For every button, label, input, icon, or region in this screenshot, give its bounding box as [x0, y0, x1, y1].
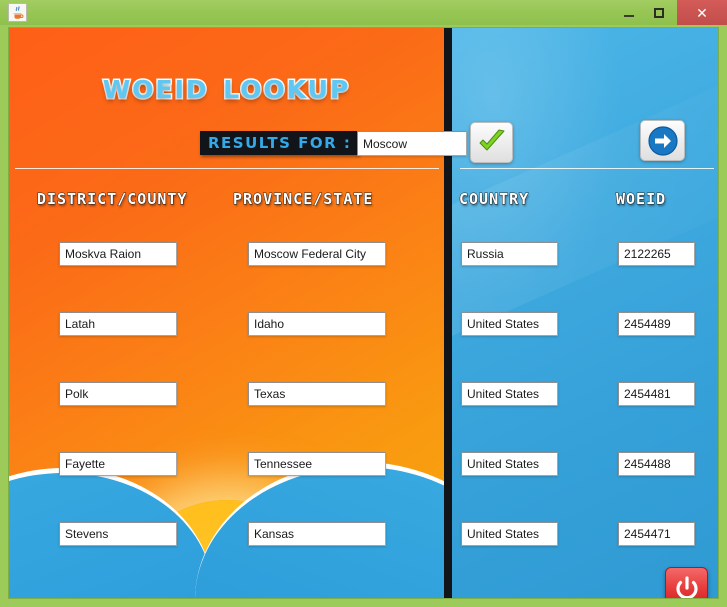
- table-row[interactable]: Idaho: [248, 312, 386, 336]
- power-icon: [675, 576, 698, 598]
- table-row[interactable]: Stevens: [59, 522, 177, 546]
- table-row[interactable]: United States: [461, 312, 558, 336]
- table-row[interactable]: 2454471: [618, 522, 695, 546]
- minimize-button[interactable]: [614, 0, 644, 25]
- table-row[interactable]: 2122265: [618, 242, 695, 266]
- close-icon: ✕: [696, 4, 708, 21]
- application-window: ✕ WOEID LOOKUP RESULTS FOR : Moscow: [0, 0, 727, 607]
- minimize-icon: [624, 14, 634, 17]
- confirm-search-button[interactable]: [470, 122, 513, 163]
- table-row[interactable]: Russia: [461, 242, 558, 266]
- header-separator-left: [15, 168, 439, 169]
- title-bar: ✕: [0, 0, 727, 25]
- table-row[interactable]: Texas: [248, 382, 386, 406]
- table-row[interactable]: Tennessee: [248, 452, 386, 476]
- header-separator-right: [460, 168, 714, 169]
- table-row[interactable]: United States: [461, 382, 558, 406]
- table-row[interactable]: United States: [461, 522, 558, 546]
- column-header-province: PROVINCE/STATE: [232, 190, 374, 209]
- table-row[interactable]: Polk: [59, 382, 177, 406]
- column-header-country: COUNTRY: [458, 190, 530, 209]
- exit-button[interactable]: [665, 567, 708, 598]
- table-row[interactable]: Moskva Raion: [59, 242, 177, 266]
- check-icon: [479, 129, 504, 150]
- search-input[interactable]: Moscow: [357, 131, 467, 156]
- page-title: WOEID LOOKUP: [101, 65, 351, 109]
- column-header-district: DISTRICT/COUNTY: [36, 190, 188, 209]
- table-row[interactable]: Latah: [59, 312, 177, 336]
- content-area: WOEID LOOKUP RESULTS FOR : Moscow DISTRI…: [8, 27, 719, 599]
- close-button[interactable]: ✕: [677, 0, 727, 25]
- table-row[interactable]: Fayette: [59, 452, 177, 476]
- arrow-right-icon: [647, 125, 678, 156]
- panel-divider: [444, 28, 452, 598]
- results-for-label: RESULTS FOR :: [200, 131, 360, 155]
- maximize-button[interactable]: [644, 0, 674, 25]
- column-header-woeid: WOEID: [615, 190, 667, 209]
- table-row[interactable]: Moscow Federal City: [248, 242, 386, 266]
- next-page-button[interactable]: [640, 120, 685, 161]
- table-row[interactable]: Kansas: [248, 522, 386, 546]
- java-coffee-cup-icon: [8, 3, 27, 22]
- table-row[interactable]: 2454488: [618, 452, 695, 476]
- table-row[interactable]: 2454481: [618, 382, 695, 406]
- table-row[interactable]: 2454489: [618, 312, 695, 336]
- maximize-icon: [654, 7, 664, 18]
- table-row[interactable]: United States: [461, 452, 558, 476]
